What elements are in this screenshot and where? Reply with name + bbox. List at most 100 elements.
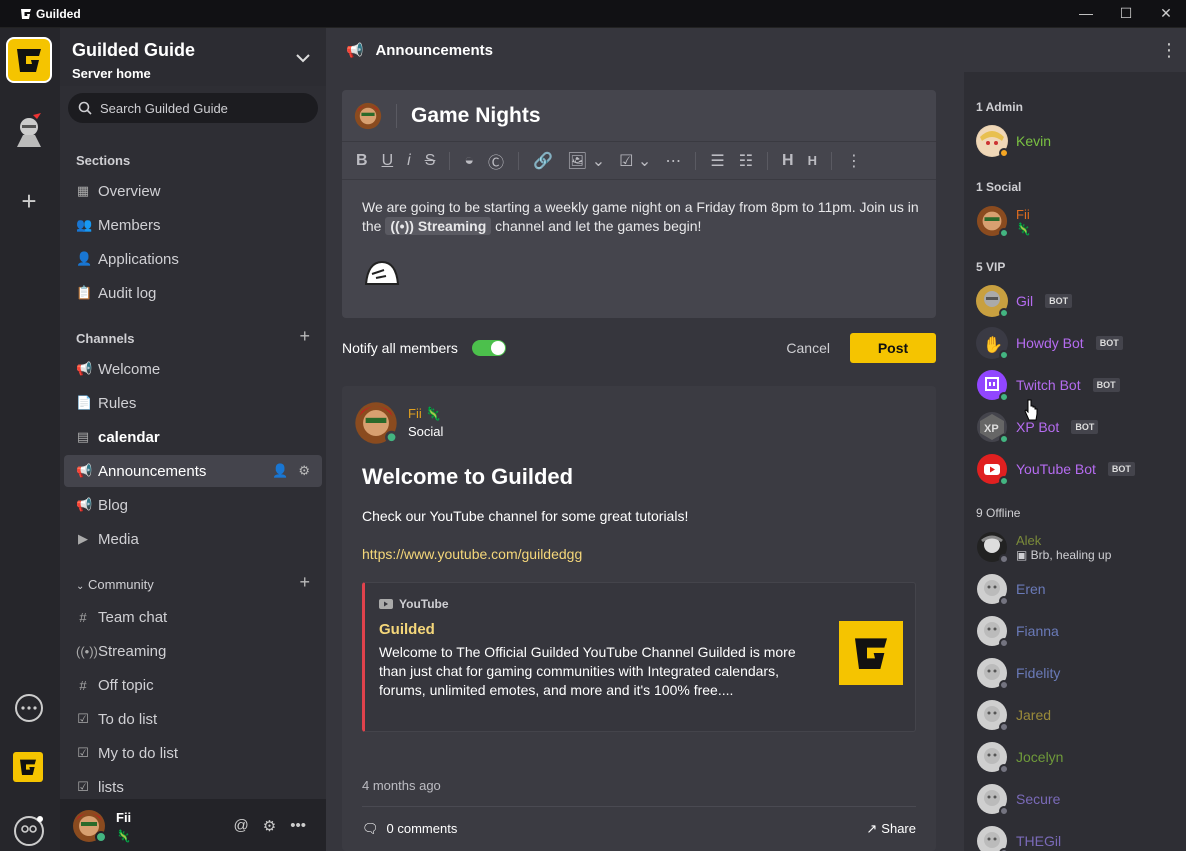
embed-thumbnail [839, 621, 903, 685]
friends-icon[interactable] [6, 808, 52, 851]
more-vertical-icon[interactable]: ⋮ [846, 151, 862, 171]
add-server-icon[interactable]: + [6, 178, 52, 224]
image-icon[interactable]: 🖼 ⌄ [567, 151, 605, 171]
app-name: Guilded [36, 6, 81, 21]
numbered-list-icon[interactable]: ☷ [739, 151, 753, 171]
member-thegil[interactable]: THEGil [976, 824, 1176, 851]
minimize-icon[interactable]: — [1066, 5, 1106, 22]
channel-my-to-do-list[interactable]: ☑ My to do list [64, 737, 322, 769]
member-secure[interactable]: Secure [976, 782, 1176, 816]
member-xp-bot[interactable]: XP XP Bot BOT [976, 410, 1176, 444]
server-knight[interactable] [6, 108, 52, 154]
cancel-button[interactable]: Cancel [786, 340, 830, 356]
invite-user-icon[interactable]: 👤 [272, 463, 288, 479]
close-icon[interactable]: ✕ [1146, 5, 1186, 22]
member-youtube-bot[interactable]: YouTube Bot BOT [976, 452, 1176, 486]
link-icon[interactable]: 🔗 [533, 151, 553, 171]
server-guilded-guide[interactable] [6, 37, 52, 83]
heading-large-icon[interactable]: H [782, 152, 794, 170]
clipboard-icon: 📋 [76, 285, 93, 300]
maximize-icon[interactable]: ☐ [1106, 5, 1146, 22]
channel-media[interactable]: ▶ Media [64, 523, 322, 555]
more-icon[interactable]: ••• [290, 817, 306, 835]
chat-bubble-icon[interactable] [6, 686, 52, 732]
channel-calendar[interactable]: ▤ calendar [64, 421, 322, 453]
nav-item-applications[interactable]: 👤 Applications [64, 243, 322, 275]
member-fii[interactable]: Fii 🦎 [976, 204, 1176, 238]
embed-title[interactable]: Guilded [379, 621, 435, 638]
channel-off-topic[interactable]: # Off topic [64, 669, 322, 701]
add-community-channel-icon[interactable]: + [299, 572, 310, 593]
add-channel-icon[interactable]: + [299, 326, 310, 347]
member-fianna[interactable]: Fianna [976, 614, 1176, 648]
channel-rules[interactable]: 📄 Rules [64, 387, 322, 419]
guilded-home-icon[interactable] [13, 752, 43, 782]
member-fidelity[interactable]: Fidelity [976, 656, 1176, 690]
channel-label: Team chat [98, 608, 168, 626]
channel-team-chat[interactable]: # Team chat [64, 601, 322, 633]
member-howdy-bot[interactable]: ✋ Howdy Bot BOT [976, 326, 1176, 360]
member-jared[interactable]: Jared [976, 698, 1176, 732]
post-button[interactable]: Post [850, 333, 936, 363]
member-twitch-bot[interactable]: Twitch Bot BOT [976, 368, 1176, 402]
channel-announcements[interactable]: 📢 Announcements 👤 ⚙ [64, 455, 322, 487]
channel-label: calendar [98, 428, 160, 446]
user-status-emoji: 🦎 [116, 829, 131, 843]
channel-header: 📢 Announcements [326, 28, 1186, 72]
underline-icon[interactable]: U [382, 152, 394, 170]
gear-icon[interactable]: ⚙ [263, 817, 276, 835]
avatar [976, 125, 1009, 158]
member-gil[interactable]: Gil BOT [976, 284, 1176, 318]
server-header[interactable]: Guilded Guide Server home [60, 28, 326, 86]
channel-label: My to do list [98, 744, 179, 762]
channel-streaming[interactable]: ((•)) Streaming [64, 635, 322, 667]
notify-toggle[interactable] [471, 340, 506, 356]
italic-icon[interactable]: i [407, 152, 411, 170]
member-eren[interactable]: Eren [976, 572, 1176, 606]
checkbox-icon: ☑ [77, 745, 89, 760]
divider-icon[interactable]: ⋯ [665, 151, 681, 171]
bullet-list-icon[interactable]: ☰ [710, 151, 724, 171]
chevron-down-icon: ⌄ [76, 581, 85, 592]
post-link[interactable]: https://www.youtube.com/guildedgg [362, 546, 582, 562]
checklist-icon[interactable]: ☑ ⌄ [619, 151, 651, 171]
community-title[interactable]: ⌄ Community [76, 577, 154, 592]
more-vertical-icon[interactable]: ⋮ [1160, 40, 1178, 61]
bold-icon[interactable]: B [356, 152, 368, 170]
window-titlebar: Guilded — ☐ ✕ [0, 0, 1186, 28]
avatar[interactable] [72, 809, 107, 846]
nav-item-members[interactable]: 👥 Members [64, 209, 322, 241]
nav-item-overview[interactable]: ▦ Overview [64, 175, 322, 207]
search-box[interactable] [68, 93, 318, 123]
search-input[interactable] [100, 100, 300, 116]
member-jocelyn[interactable]: Jocelyn [976, 740, 1176, 774]
member-name: Fidelity [1016, 665, 1061, 681]
post-title-input[interactable]: Game Nights [396, 103, 541, 128]
member-section-offline: 9 Offline [976, 506, 1021, 520]
post-author[interactable]: Fii 🦎 [408, 406, 442, 422]
member-alek[interactable]: Alek ▣ Brb, healing up [976, 530, 1176, 564]
sticker-image [362, 258, 402, 291]
channel-to-do-list[interactable]: ☑ To do list [64, 703, 322, 735]
post-body-editor[interactable]: We are going to be starting a weekly gam… [362, 198, 922, 236]
code-icon[interactable]: Ⓒ [488, 149, 504, 173]
spoiler-icon[interactable]: ◒ [464, 152, 474, 170]
heading-small-icon[interactable]: H [808, 153, 817, 168]
mention-icon[interactable]: @ [234, 817, 249, 835]
nav-item-audit-log[interactable]: 📋 Audit log [64, 277, 322, 309]
channel-welcome[interactable]: 📢 Welcome [64, 353, 322, 385]
gear-icon[interactable]: ⚙ [298, 463, 310, 479]
comments-button[interactable]: 🗨 0 comments [362, 821, 457, 837]
strikethrough-icon[interactable]: S [425, 152, 436, 170]
search-icon [78, 101, 92, 115]
main-content: 📢 Announcements Game Nights B U i S ◒ Ⓒ … [326, 28, 964, 851]
link-embed[interactable]: YouTube Guilded Welcome to The Official … [362, 582, 916, 732]
chevron-down-icon[interactable] [296, 50, 310, 66]
channel-blog[interactable]: 📢 Blog [64, 489, 322, 521]
nav-item-label: Audit log [98, 284, 157, 302]
member-kevin[interactable]: Kevin [976, 124, 1176, 158]
bot-badge: BOT [1107, 462, 1135, 476]
avatar[interactable] [354, 400, 398, 449]
channel-mention-chip[interactable]: ((•)) Streaming [385, 217, 492, 235]
share-button[interactable]: ↗ Share [866, 821, 916, 837]
